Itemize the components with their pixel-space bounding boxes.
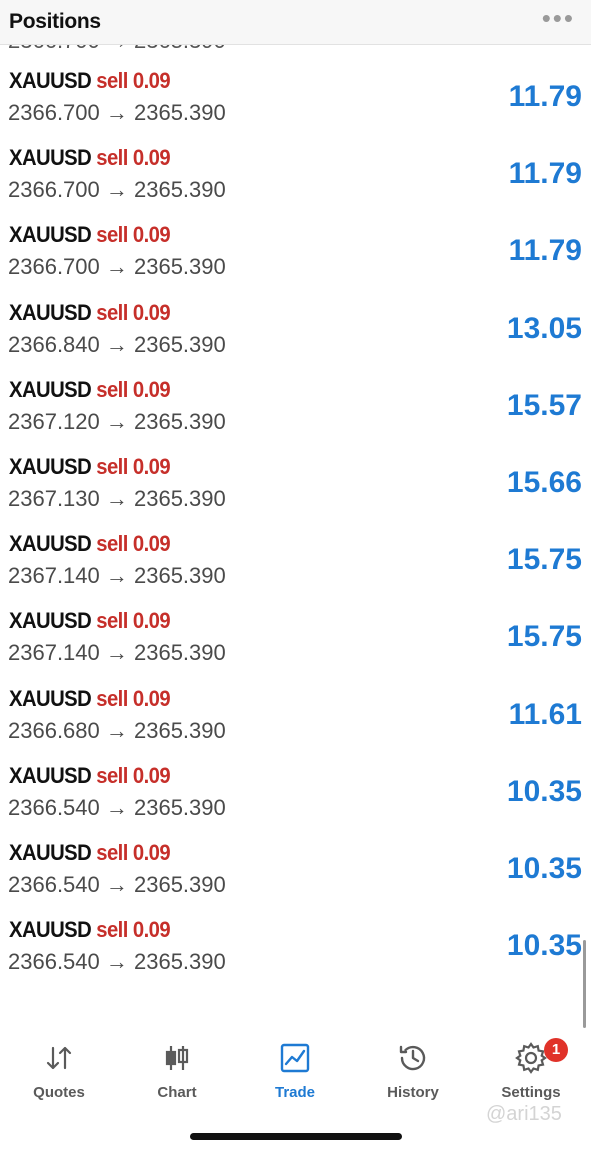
tab-label: Settings — [501, 1084, 561, 1101]
tab-label: Quotes — [33, 1084, 85, 1101]
position-row[interactable]: XAUUSD sell 0.09 2366.700 → 2365.390 11.79 — [0, 145, 591, 222]
tab-history[interactable]: History — [354, 1030, 472, 1110]
position-row[interactable]: XAUUSD sell 0.09 2366.680 → 2365.390 11.61 — [0, 686, 591, 763]
symbol: XAUUSD — [9, 454, 92, 479]
position-title: XAUUSD sell 0.09 — [9, 376, 171, 403]
open-close-prices: 2366.540 → 2365.390 — [8, 949, 226, 975]
profit-value: 15.75 — [506, 620, 582, 654]
trade-side-volume: sell 0.09 — [96, 376, 171, 402]
open-close-prices: 2366.680 → 2365.390 — [8, 717, 226, 743]
trade-side-volume: sell 0.09 — [96, 685, 171, 711]
tab-label: History — [387, 1084, 439, 1101]
symbol: XAUUSD — [9, 608, 92, 634]
symbol: XAUUSD — [9, 531, 92, 557]
position-title: XAUUSD sell 0.09 — [9, 454, 171, 480]
open-close-prices: 2367.130 → 2365.390 — [8, 486, 226, 511]
header-bar: Positions ••• — [0, 0, 591, 45]
more-dots-icon[interactable]: ••• — [542, 5, 575, 31]
position-title: XAUUSD sell 0.09 — [9, 531, 171, 557]
trade-side-volume: sell 0.09 — [96, 608, 171, 634]
symbol: XAUUSD — [9, 376, 92, 402]
tab-quotes[interactable]: Quotes — [0, 1030, 118, 1110]
profit-value: 11.79 — [508, 80, 582, 113]
trade-side-volume: sell 0.09 — [96, 762, 171, 788]
position-title: XAUUSD sell 0.09 — [9, 68, 171, 94]
position-title: XAUUSD sell 0.09 — [9, 222, 171, 248]
profit-value: 10.35 — [506, 852, 582, 885]
position-row[interactable]: XAUUSD sell 0.09 2367.140 → 2365.390 15.75 — [0, 608, 591, 685]
watermark: @ari135 — [486, 1103, 562, 1125]
position-row[interactable]: XAUUSD sell 0.09 2366.540 → 2365.390 10.35 — [0, 917, 591, 994]
trade-side-volume: sell 0.09 — [96, 299, 171, 325]
profit-value: 10.35 — [506, 774, 582, 808]
position-row[interactable]: XAUUSD sell 0.09 2366.540 → 2365.390 10.35 — [0, 763, 591, 840]
profit-value: 15.66 — [506, 466, 582, 499]
positions-list: 2366.700 → 2365.390 XAUUSD sell 0.09 2366… — [0, 0, 591, 1010]
profit-value: 10.35 — [506, 929, 582, 963]
symbol: XAUUSD — [9, 685, 92, 711]
profit-value: 11.79 — [508, 234, 582, 268]
tab-label: Chart — [157, 1084, 197, 1101]
position-title: XAUUSD sell 0.09 — [9, 145, 171, 171]
tab-trade[interactable]: Trade — [236, 1030, 354, 1110]
symbol: XAUUSD — [9, 840, 92, 865]
profit-value: 15.57 — [506, 388, 582, 422]
tab-label: Trade — [274, 1084, 316, 1101]
position-row[interactable]: XAUUSD sell 0.09 2367.120 → 2365.390 15.57 — [0, 377, 591, 454]
symbol: XAUUSD — [9, 917, 92, 943]
trade-side-volume: sell 0.09 — [96, 454, 171, 479]
open-close-prices: 2366.700 → 2365.390 — [8, 177, 226, 203]
position-row[interactable]: XAUUSD sell 0.09 2366.700 → 2365.390 11.79 — [0, 68, 591, 145]
position-title: XAUUSD sell 0.09 — [9, 685, 171, 712]
notification-badge: 1 — [544, 1038, 568, 1062]
trade-chart-icon — [280, 1043, 310, 1073]
symbol: XAUUSD — [9, 145, 92, 171]
trade-side-volume: sell 0.09 — [96, 917, 171, 943]
position-title: XAUUSD sell 0.09 — [9, 917, 171, 943]
home-indicator[interactable] — [190, 1133, 402, 1140]
position-title: XAUUSD sell 0.09 — [9, 299, 171, 326]
position-row[interactable]: XAUUSD sell 0.09 2367.140 → 2365.390 15.75 — [0, 531, 591, 608]
candlestick-chart-icon — [165, 1046, 189, 1070]
position-title: XAUUSD sell 0.09 — [9, 608, 171, 634]
quotes-arrows-icon — [46, 1046, 72, 1070]
scrollbar[interactable] — [583, 940, 586, 1028]
open-close-prices: 2366.540 → 2365.390 — [8, 794, 226, 820]
profit-value: 11.61 — [508, 697, 582, 731]
position-title: XAUUSD sell 0.09 — [9, 840, 171, 866]
page-title: Positions — [9, 10, 101, 33]
open-close-prices: 2366.840 → 2365.390 — [8, 331, 226, 357]
trade-side-volume: sell 0.09 — [96, 222, 171, 248]
position-row[interactable]: XAUUSD sell 0.09 2366.840 → 2365.390 13.05 — [0, 300, 591, 377]
settings-gear-icon — [515, 1042, 547, 1074]
position-row[interactable]: XAUUSD sell 0.09 2367.130 → 2365.390 15.66 — [0, 454, 591, 531]
position-row[interactable]: XAUUSD sell 0.09 2366.700 → 2365.390 11.79 — [0, 222, 591, 299]
symbol: XAUUSD — [9, 222, 92, 248]
open-close-prices: 2367.140 → 2365.390 — [8, 640, 226, 666]
open-close-prices: 2366.700 → 2365.390 — [8, 254, 226, 280]
trade-side-volume: sell 0.09 — [96, 840, 171, 865]
symbol: XAUUSD — [9, 762, 92, 788]
open-close-prices: 2366.700 → 2365.390 — [8, 100, 226, 125]
tab-settings[interactable]: 1 Settings — [472, 1030, 590, 1110]
history-clock-icon — [399, 1045, 426, 1071]
open-close-prices: 2367.120 → 2365.390 — [8, 408, 226, 434]
open-close-prices: 2366.540 → 2365.390 — [8, 872, 226, 897]
profit-value: 13.05 — [506, 311, 582, 345]
trade-side-volume: sell 0.09 — [96, 68, 171, 93]
symbol: XAUUSD — [9, 68, 92, 93]
position-row[interactable]: XAUUSD sell 0.09 2366.540 → 2365.390 10.35 — [0, 840, 591, 917]
profit-value: 15.75 — [506, 543, 582, 577]
position-title: XAUUSD sell 0.09 — [9, 762, 171, 789]
trade-side-volume: sell 0.09 — [96, 145, 171, 171]
trade-side-volume: sell 0.09 — [96, 531, 171, 557]
open-close-prices: 2367.140 → 2365.390 — [8, 563, 226, 589]
symbol: XAUUSD — [9, 299, 92, 325]
profit-value: 11.79 — [508, 157, 582, 191]
tab-chart[interactable]: Chart — [118, 1030, 236, 1110]
